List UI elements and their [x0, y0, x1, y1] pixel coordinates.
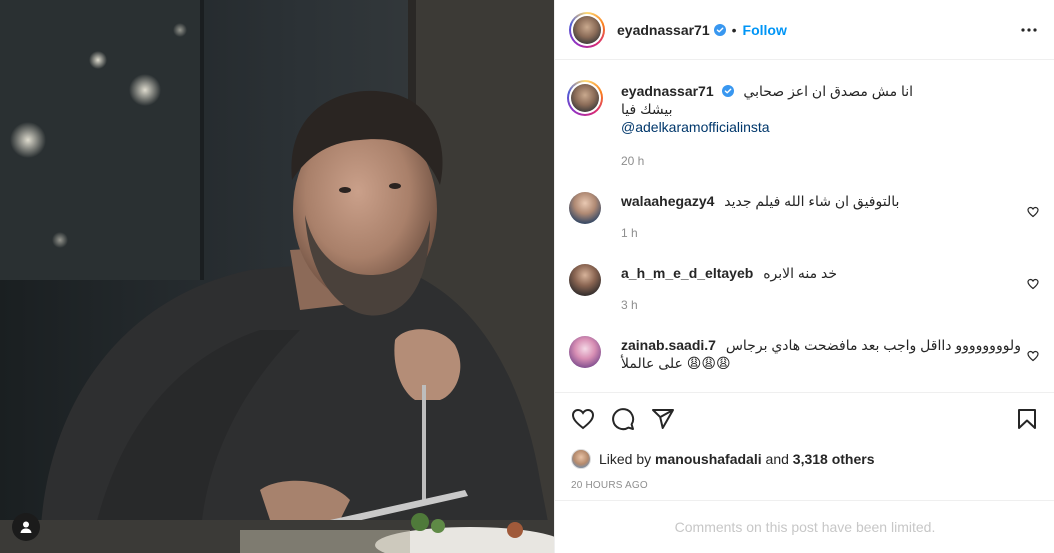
liker-username[interactable]: manoushafadali [655, 451, 762, 467]
comment-username[interactable]: walaahegazy4 [621, 193, 714, 209]
user-tag-button[interactable] [12, 513, 40, 541]
likes-summary: Liked by manoushafadali and 3,318 others [571, 448, 875, 470]
comments-limited-notice: Comments on this post have been limited. [555, 500, 1054, 553]
small-heart-icon[interactable] [1027, 206, 1039, 218]
caption-line-1: انا مش مصدق ان اعز صحابي [743, 83, 914, 99]
post-panel: eyadnassar71 • Follow eyadnassar71 انا م… [554, 0, 1054, 553]
comment-item: walaahegazy4 بالتوفيق ان شاء الله فيلم ج… [569, 192, 1039, 242]
caption-username[interactable]: eyadnassar71 [621, 83, 714, 99]
bookmark-icon[interactable] [1015, 407, 1039, 431]
author-username[interactable]: eyadnassar71 [617, 22, 710, 38]
comment-username[interactable]: zainab.saadi.7 [621, 337, 716, 353]
likes-count[interactable]: 3,318 others [793, 451, 875, 467]
heart-icon[interactable] [571, 407, 595, 431]
post-timestamp[interactable]: 20 HOURS AGO [571, 480, 648, 491]
caption-time[interactable]: 20 h [621, 152, 1021, 170]
comment-avatar[interactable] [569, 336, 601, 368]
follow-button[interactable]: Follow [743, 22, 787, 38]
comment-text-continued: 😩😩😩 على عالملأ [621, 355, 731, 371]
small-heart-icon[interactable] [1027, 278, 1039, 290]
post-photo [0, 0, 554, 553]
comment-icon[interactable] [611, 407, 635, 431]
comment-text: بالتوفيق ان شاء الله فيلم جديد [724, 193, 900, 209]
verified-badge-icon [721, 85, 734, 97]
likes-connector: and [765, 451, 789, 467]
header-separator: • [731, 21, 737, 38]
caption-avatar[interactable] [567, 80, 603, 116]
comment-text: ولوووووووو دااقل واجب بعد مافضحت هادي بر… [725, 337, 1021, 353]
caption-line-2: بيشك فيا [621, 101, 673, 117]
more-options-button[interactable] [1017, 18, 1041, 42]
author-avatar[interactable] [569, 11, 605, 48]
likes-prefix: Liked by [599, 451, 652, 467]
comment-avatar[interactable] [569, 264, 601, 296]
liker-avatar[interactable] [571, 449, 591, 469]
caption: eyadnassar71 انا مش مصدق ان اعز صحابي بي… [567, 80, 1039, 172]
comments-list[interactable]: eyadnassar71 انا مش مصدق ان اعز صحابي بي… [555, 60, 1054, 392]
small-heart-icon[interactable] [1027, 350, 1039, 362]
comment-item: zainab.saadi.7 ولوووووووو دااقل واجب بعد… [569, 336, 1039, 386]
comment-item: a_h_m_e_d_eltayeb خد منه الابره 3 h [569, 264, 1039, 314]
comment-avatar[interactable] [569, 192, 601, 224]
comment-text: خد منه الابره [763, 265, 838, 281]
comment-time[interactable]: 1 h [621, 224, 1021, 242]
verified-badge-icon [713, 23, 726, 36]
post-header: eyadnassar71 • Follow [555, 0, 1054, 60]
comment-time[interactable]: 3 h [621, 296, 1021, 314]
more-options-icon [1021, 28, 1037, 32]
post-media[interactable] [0, 0, 554, 553]
comment-username[interactable]: a_h_m_e_d_eltayeb [621, 265, 753, 281]
action-bar [555, 392, 1054, 446]
caption-mention[interactable]: @adelkaramofficialinsta [621, 118, 1021, 136]
user-tag-icon [20, 521, 32, 533]
share-icon[interactable] [651, 407, 675, 431]
